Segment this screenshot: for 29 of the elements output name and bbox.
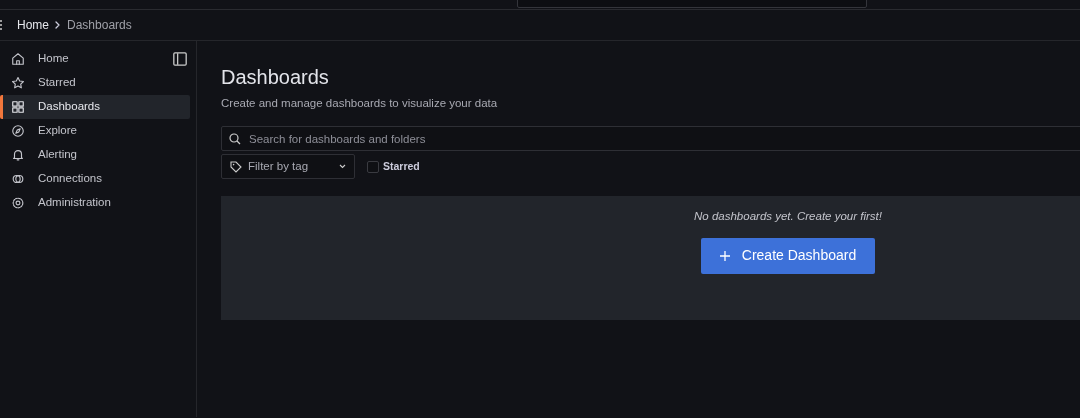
page-subtitle: Create and manage dashboards to visualize your data (221, 96, 499, 111)
tag-filter-dropdown[interactable]: Filter by tag (221, 154, 355, 180)
sidebar-item[interactable]: Starred (0, 71, 190, 95)
create-dashboard-button[interactable]: Create Dashboard (700, 237, 876, 274)
compass-icon (11, 124, 25, 138)
bell-icon (11, 148, 25, 162)
search-field[interactable]: Search for dashboards and folders (221, 126, 1080, 152)
breadcrumb-link[interactable]: Home (17, 16, 49, 34)
chevron-icon (55, 21, 61, 29)
empty-state-message: No dashboards yet. Create your first! (694, 209, 882, 225)
chevron-down-icon (339, 164, 346, 170)
menu-icon[interactable] (0, 20, 3, 30)
grid-icon (11, 100, 25, 114)
page-title: Dashboards (221, 65, 330, 89)
sidebar-item[interactable]: Home (0, 47, 190, 71)
home-icon (11, 52, 25, 66)
dock-icon[interactable] (173, 52, 187, 66)
sidebar-item[interactable]: Connections (0, 167, 190, 191)
sidebar-item[interactable]: Explore (0, 119, 190, 143)
checkbox-label[interactable]: Starred (383, 158, 420, 175)
plus-icon (719, 250, 730, 261)
starred-checkbox[interactable] (367, 160, 379, 173)
sidebar-item[interactable]: Dashboards (0, 95, 190, 119)
tag-icon (230, 160, 242, 173)
settings-icon (11, 196, 25, 210)
sidebar-item[interactable]: Alerting (0, 143, 190, 167)
star-icon (11, 76, 25, 90)
rings-icon (11, 172, 25, 186)
sidebar-item[interactable]: Administration (0, 191, 190, 215)
